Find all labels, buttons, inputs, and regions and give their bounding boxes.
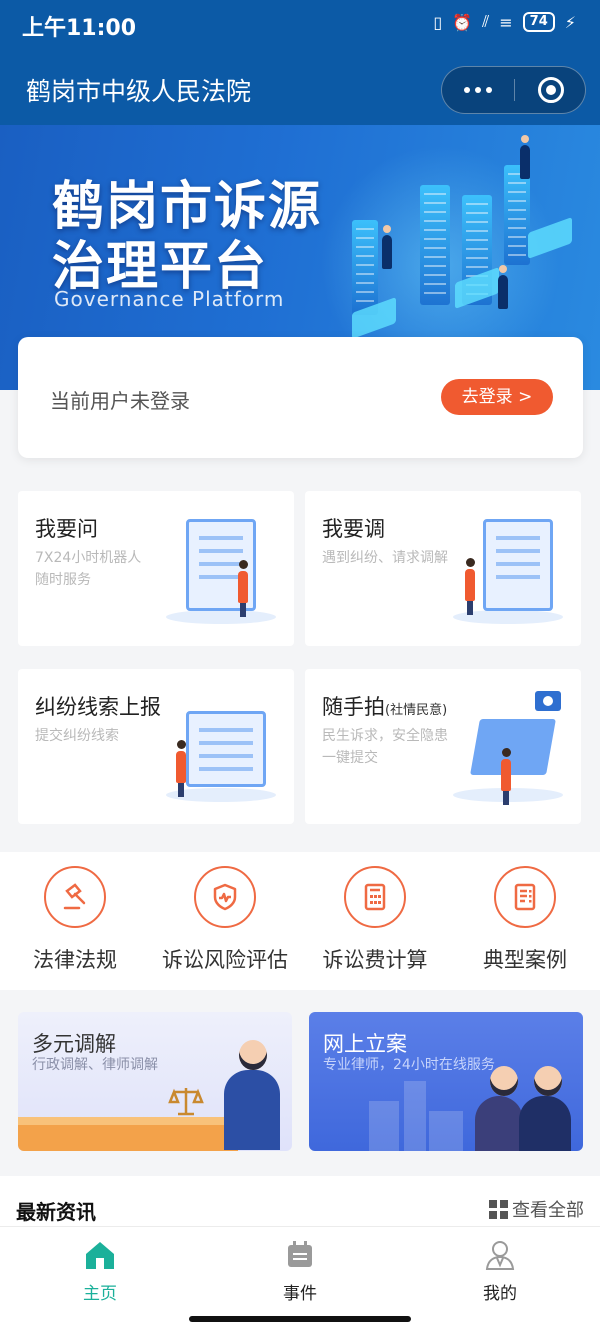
view-all-label: 查看全部 (512, 1200, 584, 1221)
quick-link-laws[interactable]: 法律法规 (0, 866, 150, 974)
service-desc: 民生诉求，安全隐患 一键提交 (322, 728, 448, 766)
service-title: 我要问 (35, 517, 98, 541)
calendar-icon (282, 1237, 318, 1273)
lawyer-illustration (224, 1040, 280, 1150)
service-card-mediate[interactable]: 我要调 遇到纠纷、请求调解 (305, 491, 581, 646)
service-title: 随手拍(社情民意) (322, 695, 448, 719)
promo-online-filing[interactable]: 网上立案 专业律师，24小时在线服务 (309, 1012, 583, 1151)
quick-links: 法律法规 诉讼风险评估 诉讼费计算 典型案例 (0, 852, 600, 990)
title-bar: 鹤岗市中级人民法院 (0, 60, 600, 120)
home-icon (82, 1237, 118, 1273)
chat-robot-illustration (166, 511, 276, 626)
city-illustration (429, 1111, 463, 1151)
service-card-snapshot[interactable]: 随手拍(社情民意) 民生诉求，安全隐患 一键提交 (305, 669, 581, 824)
quick-link-risk[interactable]: 诉讼风险评估 (150, 866, 300, 974)
case-document-icon (494, 866, 556, 928)
quick-link-cases[interactable]: 典型案例 (450, 866, 600, 974)
grid-icon (489, 1199, 508, 1219)
scale-icon (166, 1084, 206, 1120)
person-illustration (520, 135, 530, 179)
service-title: 纠纷线索上报 (35, 695, 161, 719)
signal-icon: ⫽ (482, 12, 490, 31)
vibrate-icon: ▯ (433, 12, 443, 32)
app-header: 上午11:00 ▯ ⏰ ⫽ ≡ 74 ⚡ 鹤岗市中级人民法院 (0, 0, 600, 130)
quick-link-label: 典型案例 (483, 948, 567, 972)
calculator-icon (344, 866, 406, 928)
promo-subtitle: 行政调解、律师调解 (32, 1057, 158, 1073)
promo-subtitle: 专业律师，24小时在线服务 (323, 1057, 495, 1073)
tab-label: 我的 (483, 1284, 517, 1304)
status-bar: 上午11:00 ▯ ⏰ ⫽ ≡ 74 ⚡ (0, 0, 600, 50)
quick-link-fee-calc[interactable]: 诉讼费计算 (300, 866, 450, 974)
city-illustration (404, 1081, 426, 1151)
tab-home[interactable]: 主页 (0, 1237, 200, 1304)
person-illustration (498, 265, 508, 309)
server-illustration (420, 185, 450, 305)
tab-label: 主页 (83, 1284, 117, 1304)
alarm-icon: ⏰ (452, 12, 473, 32)
home-indicator (189, 1316, 411, 1322)
quick-link-label: 诉讼费计算 (322, 948, 428, 972)
user-icon (482, 1237, 518, 1273)
server-illustration (504, 165, 530, 265)
service-desc: 提交纠纷线索 (35, 728, 119, 744)
status-icons: ▯ ⏰ ⫽ ≡ 74 ⚡ (433, 12, 576, 32)
service-desc: 7X24小时机器人 随时服务 (35, 550, 142, 588)
battery-icon: 74 (522, 12, 555, 32)
city-illustration (369, 1101, 399, 1151)
charging-icon: ⚡ (564, 12, 576, 32)
service-card-report[interactable]: 纠纷线索上报 提交纠纷线索 (18, 669, 294, 824)
view-all-link[interactable]: 查看全部 (489, 1196, 584, 1222)
tab-events[interactable]: 事件 (200, 1237, 400, 1304)
promo-mediation[interactable]: 多元调解 行政调解、律师调解 (18, 1012, 292, 1151)
more-menu-button[interactable] (442, 67, 514, 113)
news-section-header: 最新资讯 查看全部 (0, 1176, 600, 1226)
banner-subtitle: Governance Platform (54, 287, 285, 311)
gavel-icon (44, 866, 106, 928)
login-card: 当前用户未登录 去登录 > (18, 337, 583, 458)
tab-label: 事件 (283, 1284, 317, 1304)
shield-icon (194, 866, 256, 928)
camera-box-illustration (453, 689, 563, 805)
banner-title: 鹤岗市诉源 治理平台 (52, 177, 322, 297)
login-button[interactable]: 去登录 > (441, 379, 553, 415)
status-time: 上午11:00 (22, 16, 137, 41)
banner-title-line1: 鹤岗市诉源 (52, 177, 323, 237)
miniprogram-capsule (441, 66, 586, 114)
news-title: 最新资讯 (16, 1200, 96, 1224)
lawyer-illustration (475, 1066, 523, 1151)
report-scroll-illustration (166, 689, 276, 804)
wifi-icon: ≡ (499, 12, 513, 32)
camera-icon (535, 691, 561, 711)
quick-link-label: 法律法规 (33, 948, 117, 972)
quick-link-label: 诉讼风险评估 (162, 948, 288, 972)
lawyer-illustration (519, 1066, 571, 1151)
capsule-divider (514, 79, 515, 101)
desk-illustration (18, 1117, 238, 1151)
clipboard-illustration (453, 511, 563, 626)
service-card-ask[interactable]: 我要问 7X24小时机器人 随时服务 (18, 491, 294, 646)
tab-mine[interactable]: 我的 (400, 1237, 600, 1304)
person-illustration (382, 225, 392, 269)
service-title: 我要调 (322, 517, 385, 541)
page-title: 鹤岗市中级人民法院 (26, 77, 252, 106)
server-illustration (352, 220, 378, 315)
login-status-text: 当前用户未登录 (50, 389, 190, 413)
close-miniprogram-button[interactable] (538, 77, 564, 103)
